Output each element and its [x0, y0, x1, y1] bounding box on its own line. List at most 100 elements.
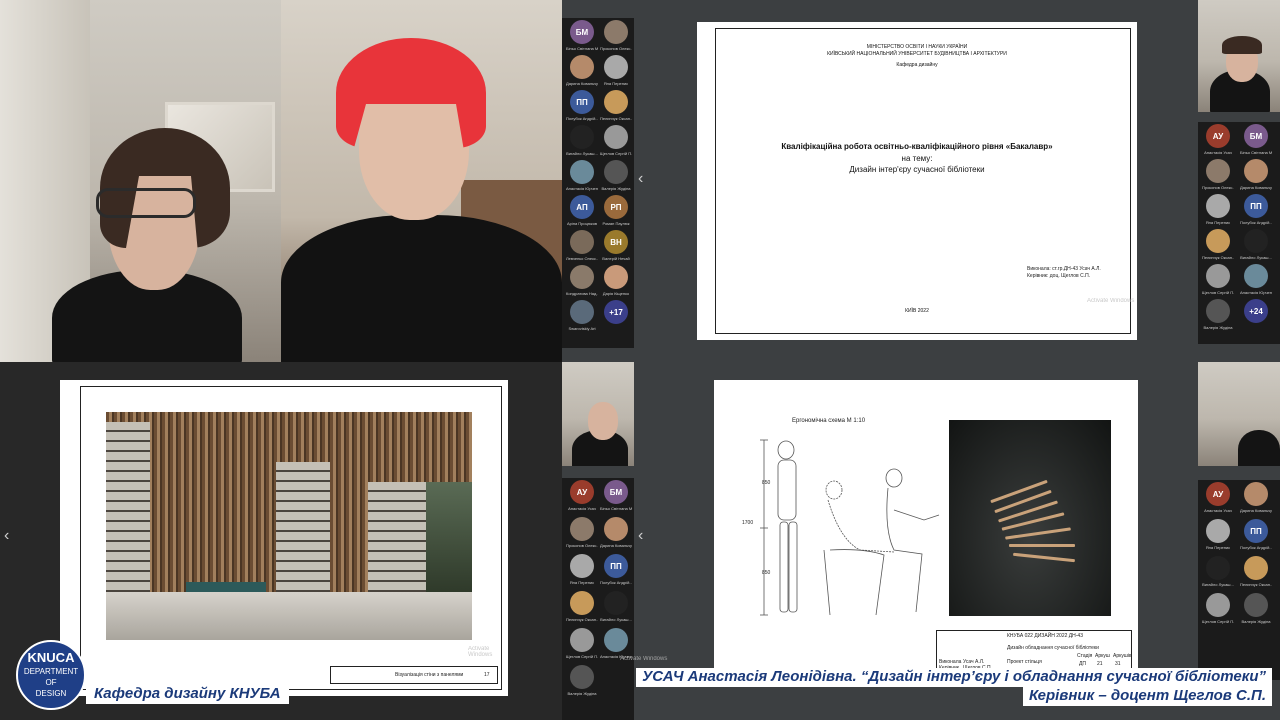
participant-tile[interactable]: Анастасія Юрчен...	[1240, 264, 1272, 298]
participant-tile[interactable]: РП Роман Паулюк	[600, 195, 632, 229]
participant-avatar: ПП	[570, 90, 594, 114]
participant-name: Яна Перепис	[1205, 545, 1231, 550]
student-figure	[281, 215, 562, 362]
participant-tile[interactable]: Дарія Кіщенко	[600, 265, 632, 299]
participant-tile[interactable]: +24	[1240, 299, 1272, 333]
participant-avatar	[604, 55, 628, 79]
participant-avatar: АУ	[1206, 482, 1230, 506]
participant-tile[interactable]: Анастасія Юрчен...	[566, 160, 598, 194]
participant-name: Пелипчук Оксан...	[566, 617, 598, 622]
thesis-topic-label: на тему:	[901, 154, 933, 163]
participant-tile[interactable]: Щеглов Сергій П...	[566, 628, 598, 662]
participant-tile[interactable]: Пелипчук Оксан...	[600, 90, 632, 124]
webcam-teacher	[0, 0, 281, 362]
participant-name: Вигайло Лукаш...	[1202, 582, 1234, 587]
participant-avatar: БМ	[1244, 124, 1268, 148]
participant-tile[interactable]: АУ Анастасія Усач	[1202, 482, 1234, 516]
city-year: КИЇВ 2022	[905, 308, 929, 314]
participant-tile[interactable]: Прокопов Олекс...	[600, 20, 632, 54]
participant-tile[interactable]: БМ Біньо Світлана М.	[600, 480, 632, 514]
participant-tile[interactable]: ПП Полубок Андрій...	[600, 554, 632, 588]
participant-avatar	[570, 160, 594, 184]
participant-tile[interactable]: Яна Перепис	[1202, 194, 1234, 228]
participant-avatar	[1244, 482, 1268, 506]
participant-tile[interactable]: Вигайло Лукаш...	[600, 591, 632, 625]
participant-name: Яна Перепис	[569, 580, 595, 585]
participants-gallery-left-bottom: АУ Анастасія Усач БМ Біньо Світлана М. Проко…	[562, 478, 634, 720]
prev-arrow-icon[interactable]: ‹	[638, 527, 643, 545]
knuca-logo: KNUCA DEPARTMENT OF DESIGN	[16, 640, 86, 710]
participant-name: Біньо Світлана М.	[566, 46, 598, 51]
participant-avatar	[1244, 264, 1268, 288]
participant-tile[interactable]: Валерія Жудіна	[1202, 299, 1234, 333]
participant-tile[interactable]: Яна Перепис	[566, 554, 598, 588]
activate-watermark: Activate Windows	[1087, 298, 1135, 304]
participant-tile[interactable]: Дарина Ковальчук	[1240, 159, 1272, 193]
participant-tile[interactable]: Дарина Ковальчук	[1240, 482, 1272, 516]
participant-tile[interactable]: БМ Біньо Світлана М.	[566, 20, 598, 54]
participant-tile[interactable]: Вигайло Лукаш...	[1202, 556, 1234, 590]
participant-tile[interactable]: Щеглов Сергій П...	[600, 125, 632, 159]
thesis-topic: Дизайн інтер'єру сучасної бібліотеки	[849, 165, 985, 174]
participant-avatar	[604, 591, 628, 615]
participant-name: Прокопов Олекс...	[600, 46, 632, 51]
participant-tile[interactable]: Прокопов Олекс...	[566, 517, 598, 551]
participant-tile[interactable]: ПП Полубок Андрій...	[1240, 194, 1272, 228]
participant-tile[interactable]: +17	[600, 300, 632, 334]
participant-tile[interactable]: Валерія Жудіна	[566, 665, 598, 699]
participant-tile[interactable]: Пелипчук Оксан...	[1202, 229, 1234, 263]
shared-screen-ergonomics: АУ Анастасія Усач БМ Біньо Світлана М. Проко…	[562, 362, 1280, 720]
participant-name: Щеглов Сергій П...	[566, 654, 598, 659]
participant-avatar	[570, 265, 594, 289]
logo-title: KNUCA	[27, 650, 75, 665]
participant-name: Анастасія Усач	[1204, 508, 1232, 513]
participant-tile[interactable]: Прокопов Олекс...	[1202, 159, 1234, 193]
participant-tile[interactable]: Пелипчук Оксан...	[566, 591, 598, 625]
participant-tile[interactable]: АП Аріна Процюков	[566, 195, 598, 229]
participant-tile[interactable]: ВН Валерій Нечай	[600, 230, 632, 264]
participant-name: Вигайло Лукаш...	[566, 151, 598, 156]
university-text: КИЇВСЬКИЙ НАЦІОНАЛЬНИЙ УНІВЕРСИТЕТ БУДІВ…	[827, 51, 1007, 57]
title-slide: МІНІСТЕРСТВО ОСВІТИ І НАУКИ УКРАЇНИ КИЇВ…	[697, 22, 1137, 340]
speaker-thumbnail-left	[562, 362, 634, 466]
participant-tile[interactable]: Левченко Олекс...	[566, 230, 598, 264]
participant-tile[interactable]: ПП Полубок Андрій...	[1240, 519, 1272, 553]
participant-name: Аріна Процюков	[566, 221, 598, 226]
participant-tile[interactable]: Валерія Жудіна	[600, 160, 632, 194]
participant-avatar: АУ	[1206, 124, 1230, 148]
participant-tile[interactable]: Яна Перепис	[600, 55, 632, 89]
ministry-text: МІНІСТЕРСТВО ОСВІТИ І НАУКИ УКРАЇНИ	[866, 44, 968, 50]
participant-tile[interactable]: АУ Анастасія Усач	[566, 480, 598, 514]
participant-tile[interactable]: Вигайло Лукаш...	[566, 125, 598, 159]
participant-tile[interactable]: Кондратова Над...	[566, 265, 598, 299]
participant-tile[interactable]: Дарина Ковальчук	[600, 517, 632, 551]
prev-arrow-icon[interactable]: ‹	[4, 527, 9, 545]
participant-tile[interactable]: Валерія Жудіна	[1240, 593, 1272, 627]
speaker-thumbnail-right	[1198, 362, 1280, 466]
participant-avatar	[604, 265, 628, 289]
participant-tile[interactable]: БМ Біньо Світлана М.	[1240, 124, 1272, 158]
logo-line: DESIGN	[35, 689, 67, 699]
participant-name: Левченко Олекс...	[566, 256, 598, 261]
participant-avatar	[604, 125, 628, 149]
participant-name: Біньо Світлана М.	[1240, 150, 1272, 155]
participant-name: Валерій Нечай	[602, 256, 630, 261]
participant-avatar	[1206, 556, 1230, 580]
participant-tile[interactable]: АУ Анастасія Усач	[1202, 124, 1234, 158]
stamp-val: ДП	[1079, 661, 1086, 667]
participant-tile[interactable]: Дарина Ковальчук	[566, 55, 598, 89]
library-render-image	[106, 412, 472, 640]
participant-name: Анастасія Усач	[1204, 150, 1232, 155]
prev-arrow-icon[interactable]: ‹	[638, 170, 643, 188]
participant-avatar	[604, 90, 628, 114]
participant-tile[interactable]: Щеглов Сергій П...	[1202, 593, 1234, 627]
participant-avatar	[604, 517, 628, 541]
participant-tile[interactable]: Swaroviskiy Art	[566, 300, 598, 334]
participant-tile[interactable]: Щеглов Сергій П...	[1202, 264, 1234, 298]
participant-tile[interactable]: Пелипчук Оксан...	[1240, 556, 1272, 590]
participant-tile[interactable]: ПП Полубок Андрій...	[566, 90, 598, 124]
participant-tile[interactable]: Яна Перепис	[1202, 519, 1234, 553]
participant-tile[interactable]: Вигайло Лукаш...	[1240, 229, 1272, 263]
stamp-col: Аркушів	[1113, 653, 1132, 659]
more-participants-badge: +17	[604, 300, 628, 324]
